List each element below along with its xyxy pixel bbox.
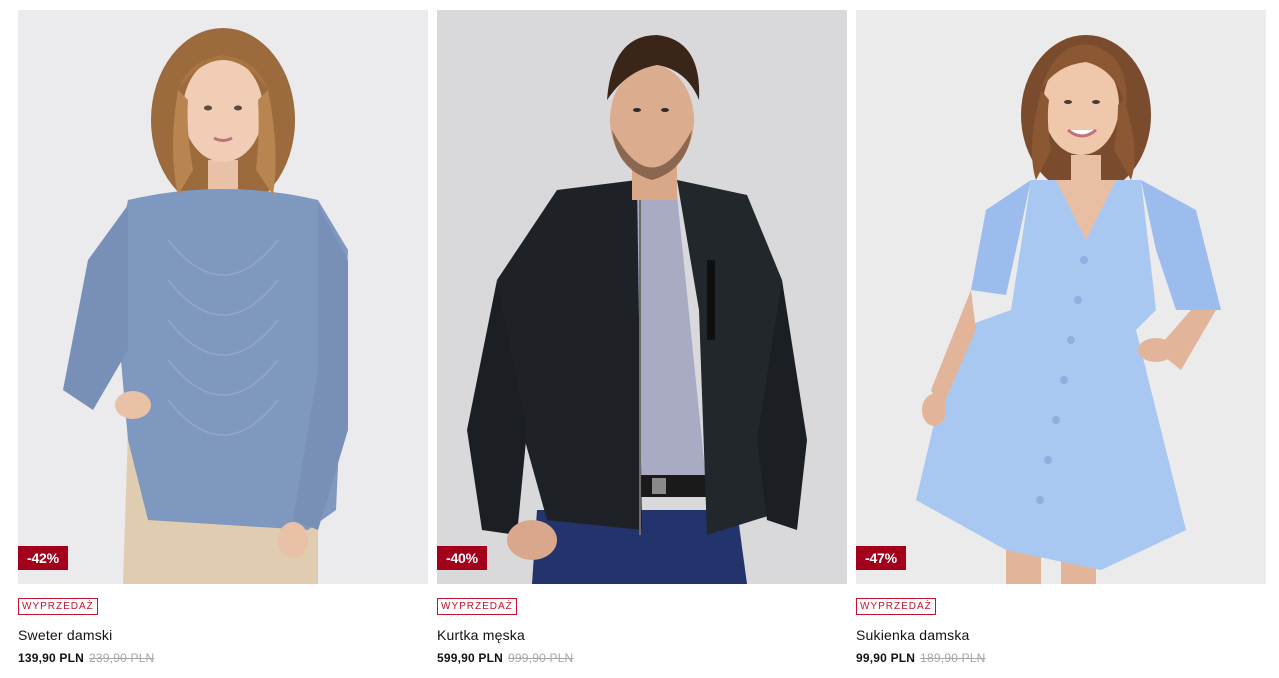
price-row: 99,90 PLN 189,90 PLN <box>856 650 1266 666</box>
price-current: 99,90 PLN <box>856 651 916 665</box>
product-grid: -42% WYPRZEDAŻ Sweter damski 139,90 PLN … <box>18 10 1266 666</box>
price-row: 599,90 PLN 999,90 PLN <box>437 650 847 666</box>
price-old: 999,90 PLN <box>508 651 574 665</box>
product-image[interactable]: -42% <box>18 10 428 584</box>
sale-label: WYPRZEDAŻ <box>856 598 936 615</box>
product-photo-sweater <box>18 10 428 584</box>
product-name[interactable]: Kurtka męska <box>437 626 847 644</box>
price-old: 239,90 PLN <box>89 651 155 665</box>
product-image[interactable]: -47% <box>856 10 1266 584</box>
product-photo-dress <box>856 10 1266 584</box>
discount-badge: -40% <box>437 546 487 570</box>
product-card[interactable]: -40% WYPRZEDAŻ Kurtka męska 599,90 PLN 9… <box>437 10 847 666</box>
price-current: 599,90 PLN <box>437 651 504 665</box>
sale-label: WYPRZEDAŻ <box>18 598 98 615</box>
price-current: 139,90 PLN <box>18 651 85 665</box>
sale-label: WYPRZEDAŻ <box>437 598 517 615</box>
price-old: 189,90 PLN <box>920 651 986 665</box>
price-row: 139,90 PLN 239,90 PLN <box>18 650 428 666</box>
product-card[interactable]: -47% WYPRZEDAŻ Sukienka damska 99,90 PLN… <box>856 10 1266 666</box>
product-name[interactable]: Sukienka damska <box>856 626 1266 644</box>
discount-badge: -42% <box>18 546 68 570</box>
product-card[interactable]: -42% WYPRZEDAŻ Sweter damski 139,90 PLN … <box>18 10 428 666</box>
product-name[interactable]: Sweter damski <box>18 626 428 644</box>
product-image[interactable]: -40% <box>437 10 847 584</box>
discount-badge: -47% <box>856 546 906 570</box>
product-photo-jacket <box>437 10 847 584</box>
